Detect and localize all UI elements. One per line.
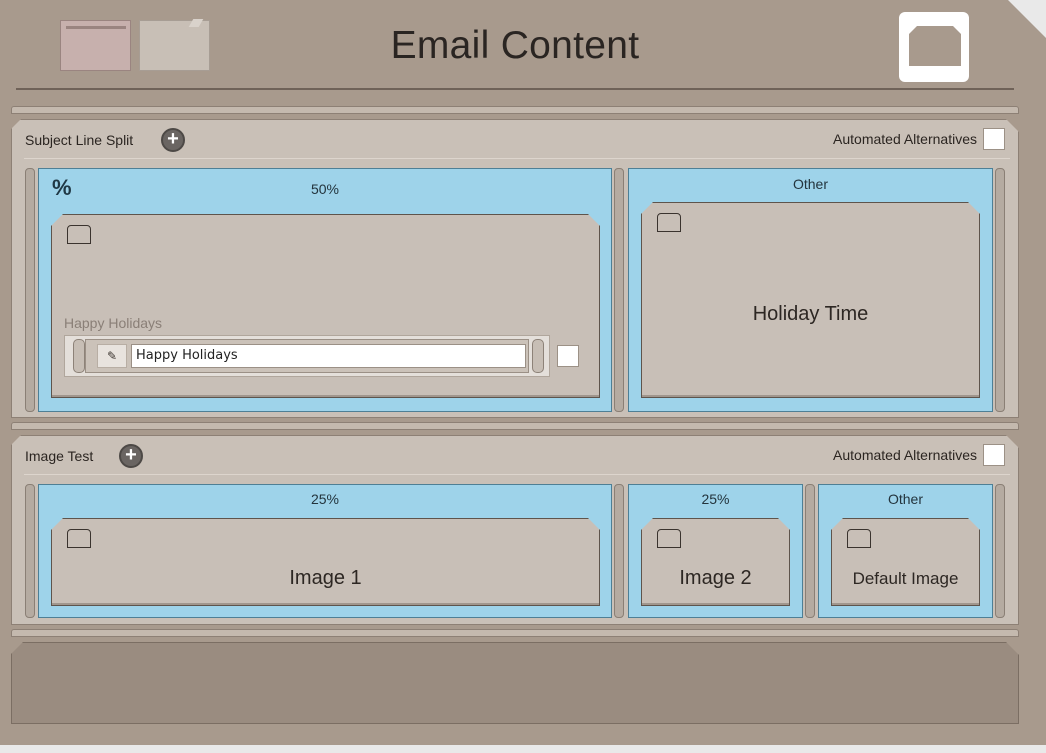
variant-checkbox[interactable] bbox=[557, 345, 579, 367]
variant-percent: 50% bbox=[310, 181, 340, 197]
rail-handle[interactable] bbox=[25, 484, 35, 618]
header-divider bbox=[16, 88, 1014, 90]
automated-alternatives-label: Automated Alternatives bbox=[833, 131, 977, 147]
rail-handle[interactable] bbox=[614, 168, 624, 412]
plus-icon: + bbox=[125, 444, 137, 466]
app-frame: Email Content Subject Line Split + Autom… bbox=[0, 0, 1046, 745]
header-card-button[interactable] bbox=[899, 12, 969, 82]
split-panel-image: Image Test + Automated Alternatives 25% … bbox=[11, 435, 1019, 625]
field-left-handle[interactable] bbox=[73, 339, 85, 373]
split-title: Subject Line Split bbox=[25, 132, 134, 148]
subject-input[interactable]: Happy Holidays bbox=[131, 344, 526, 368]
add-variant-button[interactable]: + bbox=[119, 444, 143, 468]
add-variant-button[interactable]: + bbox=[161, 128, 185, 152]
split-panel-subject: Subject Line Split + Automated Alternati… bbox=[11, 119, 1019, 418]
rail-handle[interactable] bbox=[995, 168, 1005, 412]
content-card[interactable]: Default Image bbox=[831, 518, 980, 606]
variant-card[interactable]: % 50% Happy Holidays ✎ Happy Holidays bbox=[38, 168, 612, 412]
rail-handle[interactable] bbox=[614, 484, 624, 618]
variant-card[interactable]: Other Holiday Time bbox=[628, 168, 993, 412]
page-title: Email Content bbox=[390, 24, 640, 67]
rail-handle[interactable] bbox=[25, 168, 35, 412]
pen-icon[interactable]: ✎ bbox=[97, 344, 127, 368]
field-label: Happy Holidays bbox=[64, 315, 163, 331]
variant-card[interactable]: Other Default Image bbox=[818, 484, 993, 618]
content-card[interactable]: Image 1 bbox=[51, 518, 600, 606]
card-icon bbox=[67, 225, 91, 244]
card-content: Image 1 bbox=[289, 567, 362, 589]
card-content: Image 2 bbox=[679, 567, 752, 589]
variant-percent: 25% bbox=[310, 491, 340, 507]
content-card[interactable]: Holiday Time bbox=[641, 202, 980, 398]
variant-card[interactable]: 25% Image 2 bbox=[628, 484, 803, 618]
subject-field: ✎ Happy Holidays bbox=[64, 335, 550, 377]
drop-strip-middle[interactable] bbox=[11, 422, 1019, 430]
rail-handle[interactable] bbox=[995, 484, 1005, 618]
split-title: Image Test bbox=[25, 448, 94, 464]
rail-handle[interactable] bbox=[805, 484, 815, 618]
automated-alternatives-checkbox[interactable] bbox=[983, 444, 1005, 466]
card-shape-icon bbox=[909, 26, 961, 66]
card-icon bbox=[657, 213, 681, 232]
variant-percent: Other bbox=[887, 491, 923, 507]
variant-card[interactable]: 25% Image 1 bbox=[38, 484, 612, 618]
content-card[interactable]: Image 2 bbox=[641, 518, 790, 606]
automated-alternatives-label: Automated Alternatives bbox=[833, 447, 977, 463]
drop-strip-top[interactable] bbox=[11, 106, 1019, 114]
panel-header-divider bbox=[24, 474, 1010, 475]
card-icon bbox=[657, 529, 681, 548]
automated-alternatives-checkbox[interactable] bbox=[983, 128, 1005, 150]
field-inner: ✎ Happy Holidays bbox=[85, 339, 529, 373]
drop-strip-bottom[interactable] bbox=[11, 629, 1019, 637]
plus-icon: + bbox=[167, 128, 179, 150]
empty-drop-panel[interactable] bbox=[11, 642, 1019, 724]
card-content: Holiday Time bbox=[752, 303, 869, 325]
card-content: Default Image bbox=[852, 569, 959, 588]
variant-percent: 25% bbox=[701, 491, 730, 507]
field-right-handle[interactable] bbox=[532, 339, 544, 373]
panel-header-divider bbox=[24, 158, 1010, 159]
card-icon bbox=[67, 529, 91, 548]
variant-percent: Other bbox=[792, 176, 828, 192]
card-icon bbox=[847, 529, 871, 548]
